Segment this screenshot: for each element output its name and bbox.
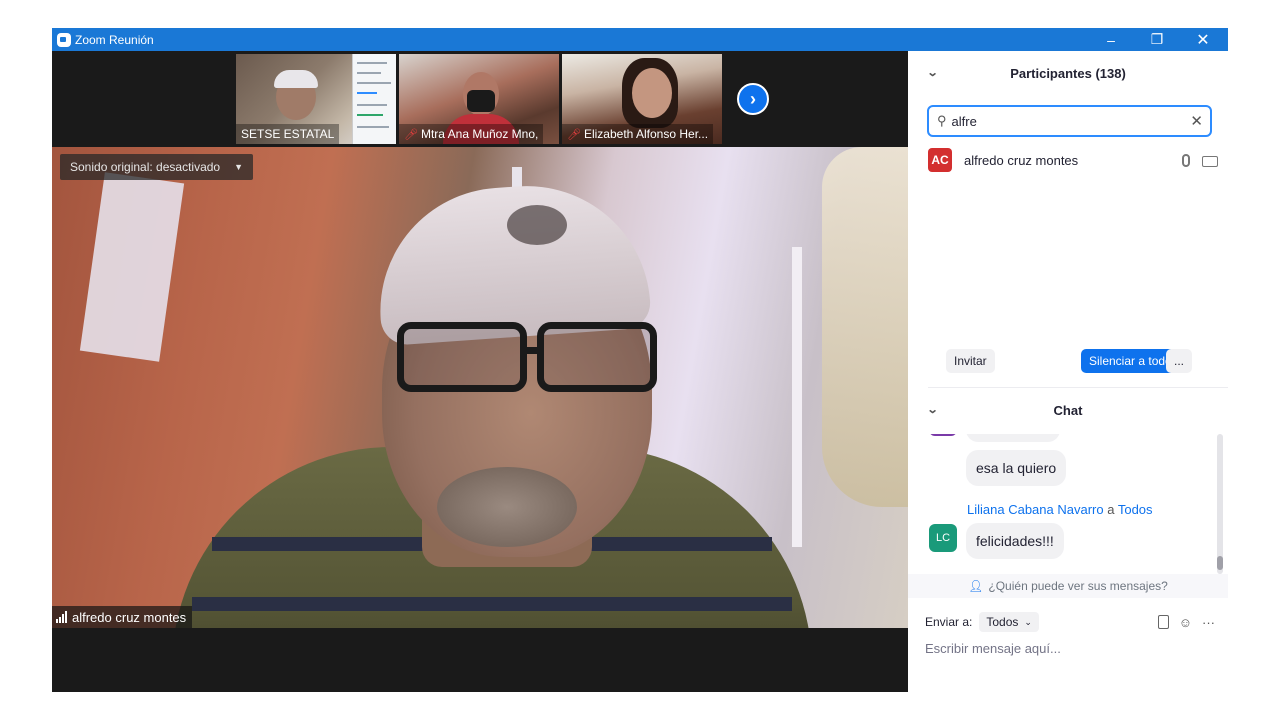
curtain <box>822 147 908 507</box>
glasses-left-lens <box>397 322 527 392</box>
search-value: alfre <box>951 113 977 129</box>
window-bar <box>792 247 802 547</box>
face-mask <box>467 90 495 112</box>
chevron-right-icon: › <box>750 88 756 109</box>
file-icon[interactable] <box>1157 614 1169 629</box>
participant-cap <box>274 70 318 88</box>
search-icon: ⚲ <box>937 113 947 128</box>
more-options-button[interactable]: ... <box>1166 349 1193 373</box>
close-button[interactable]: ✕ <box>1180 28 1226 51</box>
video-thumbnail[interactable]: 🎤︎ Mtra Ana Muñoz Mno, <box>399 54 559 144</box>
video-area: SETSE ESTATAL 🎤︎ Mtra Ana Muñoz Mno, 🎤︎ El… <box>52 51 908 692</box>
active-speaker-video: Sonido original: desactivado ▼ alfredo c… <box>52 147 908 628</box>
chat-scrollbar-thumb[interactable] <box>1217 556 1223 570</box>
microphone-icon[interactable] <box>1182 153 1190 167</box>
cap-logo <box>507 205 567 245</box>
avatar: AC <box>928 148 952 172</box>
chat-bubble: esa la quiero <box>966 450 1067 486</box>
thumbnail-name: 🎤︎ Mtra Ana Muñoz Mno, <box>399 124 544 144</box>
who-can-see-messages-link[interactable]: 👤︎ ¿Quién puede ver sus mensajes? <box>908 574 1228 598</box>
muted-mic-icon: 🎤︎ <box>567 128 581 141</box>
chat-bubble <box>966 434 1060 442</box>
chat-scrollbar[interactable] <box>1217 434 1223 574</box>
maximize-button[interactable]: ❐ <box>1134 28 1180 51</box>
chat-bubble: felicidades!!! <box>966 523 1064 559</box>
participant-name: alfredo cruz montes <box>964 152 1079 168</box>
send-to-row: Enviar a: Todos ⌄ ☺ ··· <box>925 611 1215 633</box>
video-thumbnail[interactable]: SETSE ESTATAL <box>236 54 396 144</box>
avatar: LC <box>929 524 957 552</box>
recipient-name: Todos <box>1117 502 1153 517</box>
sender-connector: a <box>1107 502 1115 517</box>
invite-button[interactable]: Invitar <box>946 349 995 373</box>
chat-title: Chat <box>1053 402 1083 418</box>
chat-sender-line: Liliana Cabana Navarro a Todos <box>967 502 1153 517</box>
person-icon: 👤︎ <box>968 579 984 593</box>
zoom-window: Zoom Reunión – ❐ ✕ SETSE ESTATAL 🎤︎ Mtra… <box>52 28 1228 692</box>
muted-mic-icon: 🎤︎ <box>404 128 418 141</box>
participants-header: ⌄ Participantes (138) <box>908 51 1228 95</box>
thumbnail-name: 🎤︎ Elizabeth Alfonso Her... <box>562 124 714 144</box>
send-to-label: Enviar a: <box>925 615 973 629</box>
emoji-icon[interactable]: ☺ <box>1179 615 1192 630</box>
participant-face <box>632 68 672 118</box>
thumbnail-name: SETSE ESTATAL <box>236 124 340 144</box>
thumbnail-strip: SETSE ESTATAL 🎤︎ Mtra Ana Muñoz Mno, 🎤︎ El… <box>52 51 908 147</box>
chat-header: ⌄ Chat <box>908 388 1228 432</box>
window-title: Zoom Reunión <box>75 32 154 47</box>
chevron-down-icon[interactable]: ⌄ <box>927 66 939 79</box>
original-sound-dropdown[interactable]: Sonido original: desactivado ▼ <box>60 154 254 180</box>
glasses-bridge <box>524 347 540 354</box>
title-bar: Zoom Reunión – ❐ ✕ <box>52 28 1228 51</box>
video-camera-icon[interactable] <box>1202 155 1218 167</box>
shared-document-preview <box>352 54 396 144</box>
chat-message-input[interactable]: Escribir mensaje aquí... <box>925 641 1061 656</box>
participant-search-input[interactable]: ⚲ alfre ✕ <box>927 105 1212 137</box>
chat-messages: esa la quiero Liliana Cabana Navarro a T… <box>908 434 1228 574</box>
next-page-button[interactable]: › <box>737 83 769 115</box>
clear-search-icon[interactable]: ✕ <box>1190 112 1203 130</box>
caret-down-icon: ▼ <box>234 162 244 172</box>
avatar <box>929 434 957 436</box>
side-panel: ⌄ Participantes (138) ⚲ alfre ✕ AC alfre… <box>908 51 1228 692</box>
person-beard <box>437 467 577 547</box>
participants-title: Participantes (138) <box>1010 65 1126 81</box>
minimize-button[interactable]: – <box>1088 28 1134 51</box>
speaker-name: alfredo cruz montes <box>72 609 187 625</box>
participant-row[interactable]: AC alfredo cruz montes <box>928 147 1218 173</box>
signal-strength-icon <box>56 611 67 623</box>
send-to-dropdown[interactable]: Todos ⌄ <box>979 612 1039 632</box>
chevron-down-icon[interactable]: ⌄ <box>927 403 939 416</box>
original-sound-label: Sonido original: desactivado <box>70 160 221 174</box>
sender-name: Liliana Cabana Navarro <box>967 502 1104 517</box>
speaker-name-tag: alfredo cruz montes <box>52 606 193 628</box>
video-thumbnail[interactable]: 🎤︎ Elizabeth Alfonso Her... <box>562 54 722 144</box>
glasses-right-lens <box>537 322 657 392</box>
zoom-logo-icon <box>57 32 71 47</box>
more-icon[interactable]: ··· <box>1202 615 1215 630</box>
wall-paper <box>79 172 185 362</box>
chevron-down-icon: ⌄ <box>1024 616 1032 627</box>
